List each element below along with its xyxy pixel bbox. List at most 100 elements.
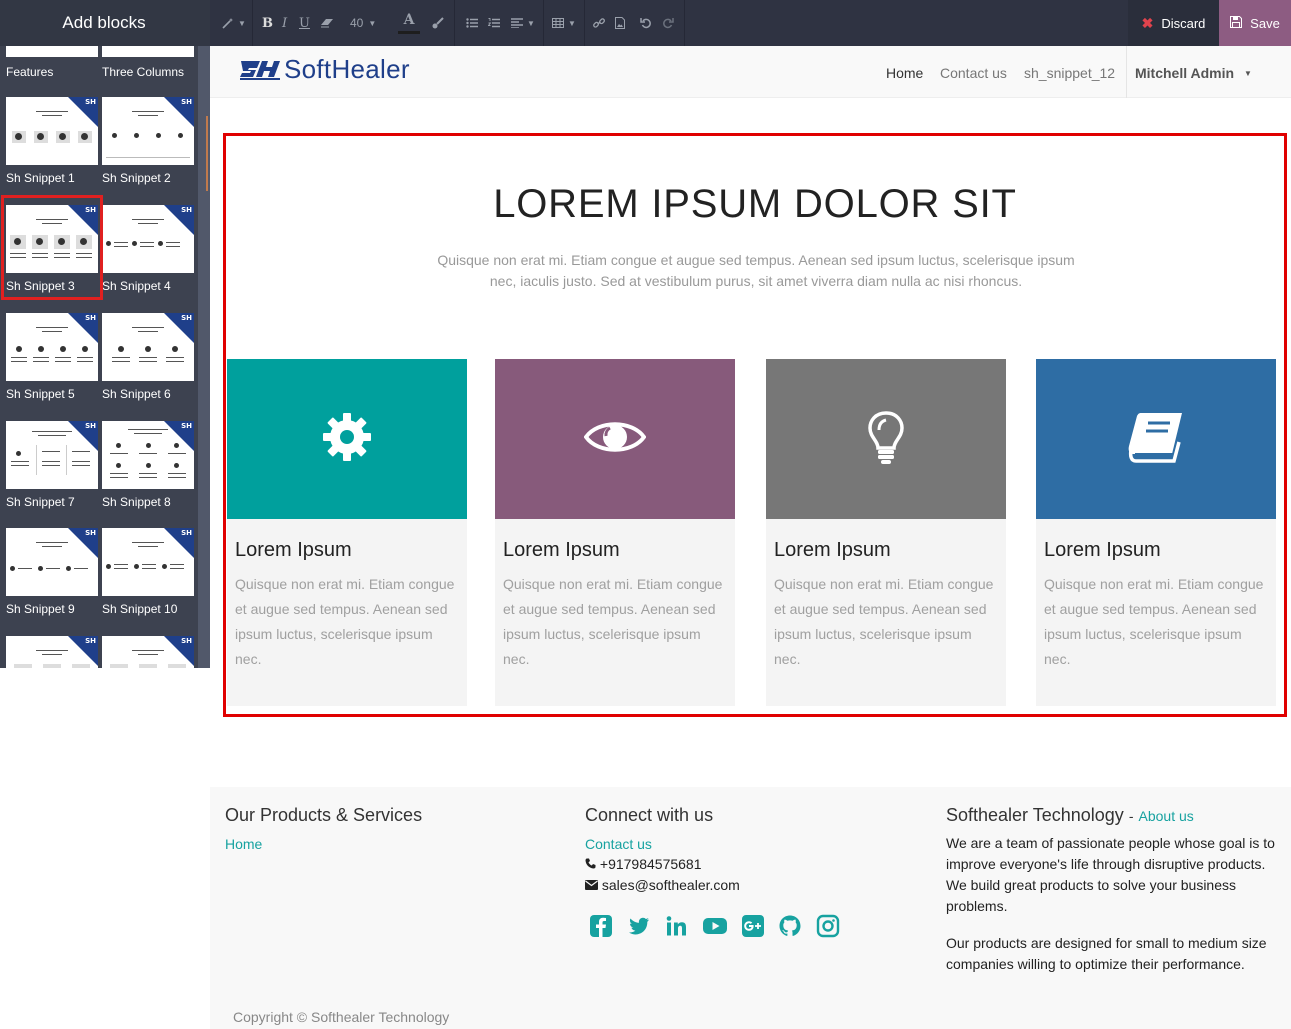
email-address: sales@softhealer.com — [601, 877, 740, 893]
footer-about-link[interactable]: About us — [1139, 808, 1194, 824]
youtube-icon[interactable] — [702, 914, 727, 938]
nav-sh-snippet-12[interactable]: sh_snippet_12 — [1024, 65, 1115, 81]
unordered-list-button[interactable] — [466, 0, 478, 46]
card-text[interactable]: Quisque non erat mi. Etiam congue et aug… — [1044, 572, 1269, 672]
block-features[interactable]: Features — [6, 46, 98, 79]
footer-contact-link[interactable]: Contact us — [585, 836, 652, 852]
block-label: Sh Snippet 10 — [102, 602, 178, 616]
redo-button[interactable] — [662, 0, 674, 46]
ordered-list-button[interactable] — [488, 0, 500, 46]
table-dropdown[interactable]: ▼ — [552, 0, 576, 46]
floppy-disk-icon — [1230, 15, 1243, 31]
block-thumbnail — [102, 46, 194, 57]
background-color-button[interactable] — [432, 0, 444, 46]
snippet-section-selected[interactable]: LOREM IPSUM DOLOR SIT Quisque non erat m… — [223, 133, 1287, 717]
blocks-list[interactable]: Features Three Columns SH Sh Snippet 1 S… — [0, 46, 197, 668]
block-sh-snippet-11[interactable]: SH — [6, 636, 98, 668]
scrollbar-thumb[interactable] — [206, 116, 208, 191]
insert-link-button[interactable] — [593, 0, 605, 46]
block-label: Sh Snippet 5 — [6, 387, 75, 401]
website-footer: Our Products & Services Home Connect wit… — [210, 787, 1291, 1029]
feature-card[interactable]: Lorem Ipsum Quisque non erat mi. Etiam c… — [766, 359, 1006, 706]
table-icon — [552, 18, 564, 28]
card-icon-area — [495, 359, 735, 519]
block-sh-snippet-2[interactable]: SH Sh Snippet 2 — [102, 97, 194, 185]
phone-icon — [585, 856, 596, 872]
section-subtitle[interactable]: Quisque non erat mi. Etiam congue et aug… — [436, 250, 1076, 292]
feature-card[interactable]: Lorem Ipsum Quisque non erat mi. Etiam c… — [227, 359, 467, 706]
section-title[interactable]: LOREM IPSUM DOLOR SIT — [226, 182, 1284, 227]
card-text[interactable]: Quisque non erat mi. Etiam congue et aug… — [774, 572, 999, 672]
block-sh-snippet-10[interactable]: SH Sh Snippet 10 — [102, 528, 194, 616]
facebook-icon[interactable] — [589, 914, 613, 938]
italic-button[interactable]: I — [282, 0, 287, 46]
user-menu[interactable]: Mitchell Admin ▼ — [1126, 46, 1260, 98]
caret-down-icon: ▼ — [368, 18, 377, 28]
font-color-button[interactable]: A — [398, 0, 420, 46]
list-ul-icon — [466, 18, 478, 28]
block-sh-snippet-12[interactable]: SH — [102, 636, 194, 668]
block-thumbnail: SH — [102, 205, 194, 273]
book-icon — [1127, 410, 1185, 469]
block-sh-snippet-5[interactable]: SH Sh Snippet 5 — [6, 313, 98, 401]
github-icon[interactable] — [778, 914, 802, 938]
underline-button[interactable]: U — [299, 0, 310, 46]
company-name: Softhealer Technology — [946, 805, 1124, 825]
block-label: Sh Snippet 8 — [102, 495, 171, 509]
feature-card[interactable]: Lorem Ipsum Quisque non erat mi. Etiam c… — [495, 359, 735, 706]
eraser-button[interactable] — [320, 0, 334, 46]
nav-home[interactable]: Home — [886, 65, 923, 81]
twitter-icon[interactable] — [627, 914, 651, 938]
save-label: Save — [1250, 15, 1280, 31]
card-icon-area — [1036, 359, 1276, 519]
block-three-columns[interactable]: Three Columns — [102, 46, 194, 79]
title-separator: - — [1128, 808, 1134, 824]
bold-button[interactable]: B — [262, 0, 273, 46]
block-sh-snippet-7[interactable]: SH Sh Snippet 7 — [6, 421, 98, 509]
caret-down-icon: ▼ — [238, 18, 246, 28]
block-thumbnail: SH — [6, 97, 98, 165]
block-sh-snippet-6[interactable]: SH Sh Snippet 6 — [102, 313, 194, 401]
footer-company-title: Softhealer Technology - About us — [946, 805, 1194, 826]
block-label: Sh Snippet 9 — [6, 602, 75, 616]
block-sh-snippet-9[interactable]: SH Sh Snippet 9 — [6, 528, 98, 616]
block-sh-snippet-1[interactable]: SH Sh Snippet 1 — [6, 97, 98, 185]
copyright-text: Copyright © Softhealer Technology — [233, 1009, 450, 1025]
discard-button[interactable]: ✖ Discard — [1128, 0, 1219, 46]
phone-number: +917984575681 — [599, 856, 702, 872]
block-thumbnail: SH — [6, 636, 98, 668]
feature-card[interactable]: Lorem Ipsum Quisque non erat mi. Etiam c… — [1036, 359, 1276, 706]
paragraph-dropdown[interactable]: ▼ — [511, 0, 535, 46]
block-sh-snippet-8[interactable]: SH Sh Snippet 8 — [102, 421, 194, 509]
card-text[interactable]: Quisque non erat mi. Etiam congue et aug… — [503, 572, 728, 672]
save-button[interactable]: Save — [1219, 0, 1291, 46]
nav-contact-us[interactable]: Contact us — [940, 65, 1007, 81]
block-label: Sh Snippet 7 — [6, 495, 75, 509]
card-text[interactable]: Quisque non erat mi. Etiam congue et aug… — [235, 572, 460, 672]
block-label: Sh Snippet 4 — [102, 279, 171, 293]
card-title[interactable]: Lorem Ipsum — [1044, 539, 1161, 562]
block-sh-snippet-4[interactable]: SH Sh Snippet 4 — [102, 205, 194, 293]
style-dropdown[interactable]: ▼ — [222, 0, 246, 46]
block-label: Sh Snippet 6 — [102, 387, 171, 401]
block-thumbnail: SH — [6, 528, 98, 596]
card-icon-area — [227, 359, 467, 519]
caret-down-icon: ▼ — [1243, 69, 1252, 78]
card-title[interactable]: Lorem Ipsum — [774, 539, 891, 562]
insert-media-button[interactable] — [615, 0, 625, 46]
font-size-dropdown[interactable]: 40 ▼ — [350, 0, 376, 46]
linkedin-icon[interactable] — [664, 914, 688, 938]
instagram-icon[interactable] — [816, 914, 840, 938]
panel-scrollbar[interactable] — [198, 46, 210, 668]
discard-label: Discard — [1161, 15, 1206, 31]
footer-home-link[interactable]: Home — [225, 836, 262, 852]
card-title[interactable]: Lorem Ipsum — [503, 539, 620, 562]
company-logo[interactable]: SoftHealer — [240, 54, 410, 84]
undo-button[interactable] — [640, 0, 652, 46]
google-plus-icon[interactable] — [741, 914, 765, 938]
footer-email: sales@softhealer.com — [585, 875, 740, 896]
card-title[interactable]: Lorem Ipsum — [235, 539, 352, 562]
caret-down-icon: ▼ — [568, 18, 576, 28]
undo-icon — [640, 17, 652, 29]
block-thumbnail — [6, 46, 98, 57]
